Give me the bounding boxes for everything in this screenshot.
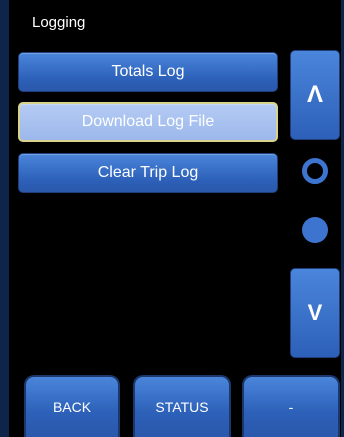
back-button[interactable]: BACK bbox=[24, 375, 120, 437]
screen: Logging Totals Log Download Log File Cle… bbox=[0, 0, 344, 437]
page-indicator-other bbox=[302, 217, 328, 243]
scroll-up-button[interactable]: Λ bbox=[290, 50, 340, 140]
third-nav-button[interactable]: - bbox=[242, 375, 340, 437]
download-log-file-button[interactable]: Download Log File bbox=[18, 102, 278, 142]
chevron-up-icon: Λ bbox=[306, 81, 323, 108]
chevron-down-icon: V bbox=[307, 300, 323, 325]
status-button[interactable]: STATUS bbox=[133, 375, 231, 437]
page-indicator-current bbox=[302, 158, 328, 184]
scroll-down-button[interactable]: V bbox=[290, 268, 340, 358]
totals-log-button[interactable]: Totals Log bbox=[18, 52, 278, 92]
clear-trip-log-button[interactable]: Clear Trip Log bbox=[18, 153, 278, 193]
page-title: Logging bbox=[32, 14, 86, 31]
frame-left bbox=[0, 0, 9, 437]
